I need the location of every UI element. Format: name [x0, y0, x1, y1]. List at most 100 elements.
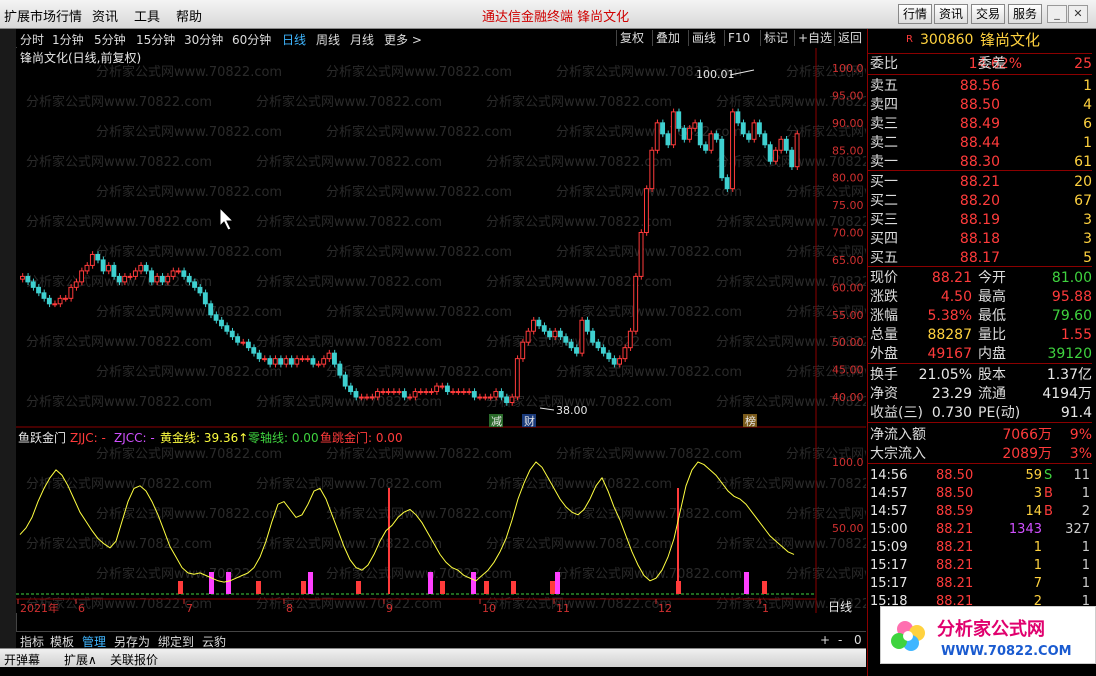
candle-body	[531, 319, 536, 332]
candle-body	[509, 396, 515, 404]
quote-button[interactable]: 行情	[898, 4, 933, 24]
menu-extended-market[interactable]: 扩展市场行情	[4, 6, 82, 25]
sell-row[interactable]: 卖一 88.30 61	[868, 153, 1092, 171]
period-tab[interactable]: 5分钟	[94, 31, 126, 48]
tick-row[interactable]: 15:17 88.21 7 1	[868, 575, 1092, 593]
tick-row[interactable]: 14:56 88.50 59 S 11	[868, 467, 1092, 485]
buy-row[interactable]: 买二 88.20 67	[868, 192, 1092, 210]
candle-body	[622, 347, 628, 360]
tick-row[interactable]: 15:09 88.21 1 1	[868, 539, 1092, 557]
watermark-text: 分析家公式网www.70822.com	[96, 364, 282, 380]
flow-row[interactable]: 净流入额 7066万 9%	[868, 426, 1092, 444]
stat-row[interactable]: 总量 88287 量比 1.55	[868, 326, 1092, 344]
period-tab[interactable]: 分时	[20, 31, 44, 48]
order-label: 买四	[870, 231, 898, 247]
period-tab[interactable]: 60分钟	[232, 31, 271, 48]
flow-value: 7066万	[1002, 427, 1052, 443]
signal-bar	[178, 581, 183, 594]
zoom-out-button[interactable]: -	[838, 633, 842, 647]
period-tab[interactable]: 15分钟	[136, 31, 175, 48]
candle-body	[412, 391, 418, 398]
tag-rank[interactable]: 榜	[745, 414, 756, 428]
menu-news[interactable]: 资讯	[92, 6, 118, 25]
order-price: 88.19	[959, 212, 1000, 228]
stat-row[interactable]: 涨幅 5.38% 最低 79.60	[868, 307, 1092, 325]
candle-body	[552, 330, 558, 338]
candle-body	[789, 149, 795, 168]
stat2-row[interactable]: 换手 21.05% 股本 1.37亿	[868, 366, 1092, 384]
candle-body	[46, 297, 52, 305]
stat2-row[interactable]: 收益(三) 0.730 PE(动) 91.4	[868, 404, 1092, 422]
stat-row[interactable]: 现价 88.21 今开 81.00	[868, 269, 1092, 287]
candle-body	[154, 275, 160, 283]
zoom-in-button[interactable]: +	[820, 633, 830, 647]
candle-body	[590, 330, 596, 343]
flow-label: 大宗流入	[870, 446, 926, 462]
period-tab[interactable]: 30分钟	[184, 31, 223, 48]
order-price: 88.17	[959, 250, 1000, 266]
period-tab[interactable]: 周线	[316, 31, 340, 48]
mark-button[interactable]: 标记	[760, 30, 791, 46]
extend-toggle[interactable]: 扩展∧	[64, 651, 97, 668]
menu-help[interactable]: 帮助	[176, 6, 202, 25]
stat-row[interactable]: 外盘 49167 内盘 39120	[868, 345, 1092, 363]
sell-row[interactable]: 卖二 88.44 1	[868, 134, 1092, 152]
period-more[interactable]: 更多 >	[384, 31, 422, 48]
tick-price: 88.21	[936, 558, 974, 573]
chart-title: 锋尚文化(日线,前复权)	[20, 50, 141, 65]
order-label: 买五	[870, 250, 898, 266]
buy-row[interactable]: 买三 88.19 3	[868, 211, 1092, 229]
buy-row[interactable]: 买四 88.18 3	[868, 230, 1092, 248]
tag-finance[interactable]: 财	[524, 414, 535, 428]
watermark-text: 分析家公式网www.70822.com	[96, 124, 282, 140]
minimize-icon[interactable]: _	[1047, 5, 1067, 23]
left-scroll-strip[interactable]	[0, 29, 17, 654]
flow-row[interactable]: 大宗流入 2089万 3%	[868, 445, 1092, 463]
candle-body	[127, 275, 133, 278]
period-tab[interactable]: 月线	[350, 31, 374, 48]
f10-button[interactable]: F10	[724, 30, 753, 46]
news-button[interactable]: 资讯	[934, 4, 969, 24]
sell-row[interactable]: 卖五 88.56 1	[868, 77, 1092, 95]
danmaku-toggle[interactable]: 开弹幕	[4, 651, 40, 668]
buy-row[interactable]: 买一 88.21 20	[868, 173, 1092, 191]
zero-button[interactable]: 0	[854, 633, 862, 647]
candle-body	[57, 297, 63, 305]
candle-body	[697, 122, 703, 146]
draw-button[interactable]: 画线	[688, 30, 719, 46]
close-icon[interactable]: ✕	[1068, 5, 1088, 23]
indicator-chart[interactable]: 分析家公式网www.70822.com 分析家公式网www.70822.com 分析…	[16, 428, 866, 613]
adjust-button[interactable]: 复权	[616, 30, 647, 46]
candle-body	[708, 133, 714, 151]
tick-row[interactable]: 14:57 88.59 14 B 2	[868, 503, 1092, 521]
menu-tools[interactable]: 工具	[134, 6, 160, 25]
stat-row[interactable]: 涨跌 4.50 最高 95.88	[868, 288, 1092, 306]
tag-reduce[interactable]: 减	[491, 415, 502, 428]
sell-row[interactable]: 卖三 88.49 6	[868, 115, 1092, 133]
candlestick-chart[interactable]: 分析家公式网www.70822.com 分析家公式网www.70822.com 分析…	[16, 48, 866, 428]
indicator-zjjc: ZJJC: -	[70, 431, 106, 445]
back-button[interactable]: 返回	[834, 30, 865, 46]
candle-body	[208, 303, 214, 316]
stat2-row[interactable]: 净资 23.29 流通 4194万	[868, 385, 1092, 403]
buy-row[interactable]: 买五 88.17 5	[868, 249, 1092, 267]
period-tab[interactable]: 1分钟	[52, 31, 84, 48]
site-logo: 分析家公式网 WWW.70822.COM	[880, 606, 1096, 664]
candle-body	[122, 275, 128, 283]
tick-row[interactable]: 15:17 88.21 1 1	[868, 557, 1092, 575]
overlay-button[interactable]: 叠加	[652, 30, 683, 46]
stat-value: 79.60	[1051, 308, 1092, 324]
tick-row[interactable]: 15:00 88.21 1343 327	[868, 521, 1092, 539]
period-tab-daily[interactable]: 日线	[282, 31, 306, 48]
candle-body	[337, 363, 343, 376]
service-button[interactable]: 服务	[1008, 4, 1043, 24]
sell-row[interactable]: 卖四 88.50 4	[868, 96, 1092, 114]
linked-quote-button[interactable]: 关联报价	[110, 651, 158, 668]
y-axis-label: 80.00	[832, 172, 864, 185]
trade-button[interactable]: 交易	[971, 4, 1006, 24]
x-axis-label: 10	[482, 602, 496, 613]
candle-body	[170, 270, 176, 277]
add-favorite-button[interactable]: +自选	[794, 30, 835, 46]
tick-row[interactable]: 14:57 88.50 3 B 1	[868, 485, 1092, 503]
y-axis-label: 85.00	[832, 144, 864, 157]
